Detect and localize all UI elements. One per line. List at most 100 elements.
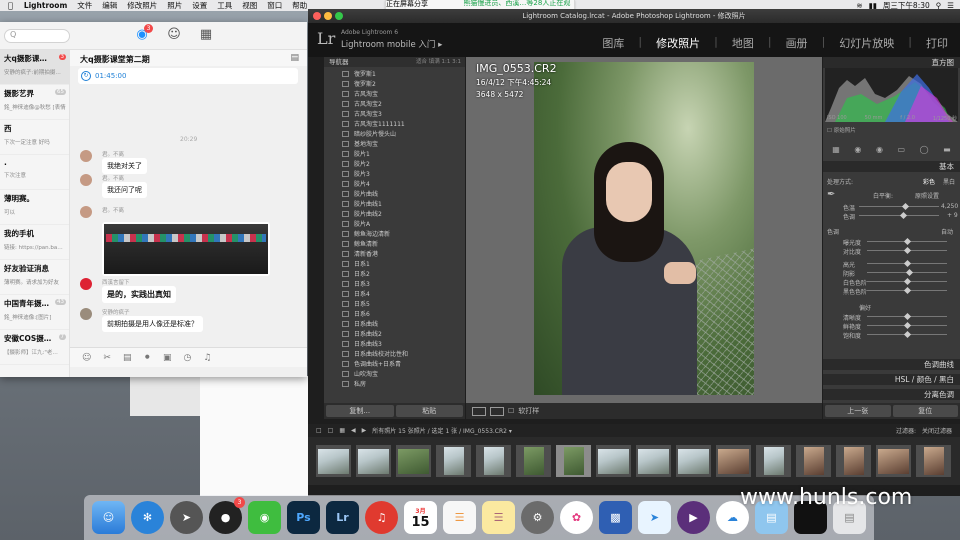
preset-item[interactable]: 胶片4 [324, 178, 465, 188]
tint-value[interactable]: + 9 [947, 212, 958, 219]
lightroom-icon[interactable]: Lr [326, 501, 359, 534]
safari-icon[interactable]: ✻ [131, 501, 164, 534]
histogram-header[interactable]: 直方图 [823, 57, 960, 68]
avatar[interactable] [80, 150, 92, 162]
preset-item[interactable]: 日系2 [324, 268, 465, 278]
preset-item[interactable]: 胶片曲线1 [324, 198, 465, 208]
wb-eyedropper-icon[interactable]: ✒ [827, 189, 835, 200]
menu-tools[interactable]: 工具 [212, 0, 237, 11]
preset-item[interactable]: 日系4 [324, 288, 465, 298]
preset-item[interactable]: 古风淘宝3 [324, 108, 465, 118]
filter-dropdown[interactable]: 关闭过滤器 [922, 426, 952, 435]
copy-button[interactable]: 复制... [326, 405, 394, 417]
treatment-color[interactable]: 彩色 [923, 177, 935, 186]
preset-item[interactable]: 日系曲线 [324, 318, 465, 328]
conversation-item[interactable]: 大q摄影课… 安静的疯子:前期拍摄… 3 [0, 50, 69, 85]
filmstrip-thumb[interactable] [676, 445, 711, 477]
preset-item[interactable]: 鲸鱼清新 [324, 238, 465, 248]
paste-button[interactable]: 粘贴 [395, 405, 463, 417]
temp-knob[interactable] [901, 202, 910, 211]
filmstrip-thumb[interactable] [756, 445, 791, 477]
filmstrip-thumb-selected[interactable] [556, 445, 591, 477]
photo[interactable] [534, 62, 754, 395]
preset-item[interactable]: 胶片曲线 [324, 188, 465, 198]
preset-item[interactable]: 胶片2 [324, 158, 465, 168]
crop-icon[interactable]: ▦ [832, 145, 840, 154]
pinned-share-message[interactable]: ↻ 01:45:00 [78, 68, 298, 84]
image-message[interactable] [102, 222, 270, 276]
loupe-view-icon[interactable] [472, 406, 486, 416]
brush-icon[interactable]: ▬ [943, 145, 951, 154]
paper-plane-icon[interactable]: ➤ [638, 501, 671, 534]
photos-icon[interactable]: ✿ [560, 501, 593, 534]
avatar[interactable] [80, 206, 92, 218]
close-button[interactable] [313, 12, 321, 20]
preset-item[interactable]: 古风淘宝2 [324, 98, 465, 108]
preset-item[interactable]: 古风淘宝1111111 [324, 118, 465, 128]
module-print[interactable]: 打印 [926, 35, 948, 51]
reset-button[interactable]: 复位 [892, 405, 958, 417]
preset-item[interactable]: 鲸鱼海边清新 [324, 228, 465, 238]
tone-curve-header[interactable]: 色调曲线 [823, 359, 960, 370]
menu-settings[interactable]: 设置 [187, 0, 212, 11]
preset-item[interactable]: 日系6 [324, 308, 465, 318]
saturation-slider[interactable] [867, 330, 947, 339]
auto-button[interactable]: 自动 [941, 227, 953, 236]
wechat-icon[interactable]: ◉ [248, 501, 281, 534]
preset-item[interactable]: 日系1 [324, 258, 465, 268]
menu-app-name[interactable]: Lightroom [19, 1, 72, 10]
notes-icon[interactable]: ☰ [482, 501, 515, 534]
soft-proof-checkbox[interactable]: ☐ [508, 407, 514, 415]
conversation-item[interactable]: 西下次一定注意 好吗 [0, 120, 69, 155]
highlights-slider[interactable] [867, 259, 947, 268]
whites-slider[interactable] [867, 277, 947, 286]
preset-item[interactable]: 胶片曲线2 [324, 208, 465, 218]
netease-music-icon[interactable]: ♫ [365, 501, 398, 534]
blacks-slider[interactable] [867, 286, 947, 295]
split-toning-header[interactable]: 分离色调 [823, 389, 960, 400]
exposure-slider[interactable] [867, 237, 947, 246]
image-icon[interactable]: ▣ [163, 353, 172, 363]
previous-button[interactable]: 上一张 [825, 405, 891, 417]
preset-item[interactable]: 古风淘宝 [324, 88, 465, 98]
conversation-item[interactable]: 好友验证消息 薄明赛。请求加为好友 [0, 260, 69, 295]
reminders-icon[interactable]: ☰ [443, 501, 476, 534]
chat-bubble-icon[interactable]: ◉ 3 [135, 24, 153, 42]
treatment-bw[interactable]: 黑白 [943, 177, 955, 186]
filmstrip-thumb[interactable] [316, 445, 351, 477]
qq-icon[interactable]: ● 3 [209, 497, 245, 534]
filmstrip-thumb[interactable] [436, 445, 471, 477]
launchpad-icon[interactable]: ➤ [170, 501, 203, 534]
filmstrip-thumb[interactable] [636, 445, 671, 477]
preset-item[interactable]: 復罗斯1 [324, 68, 465, 78]
filmstrip-thumb[interactable] [836, 445, 871, 477]
module-slideshow[interactable]: 幻灯片放映 [839, 35, 894, 51]
hsl-header[interactable]: HSL / 颜色 / 黑白 [823, 374, 960, 385]
preset-item[interactable]: 日系曲线3 [324, 338, 465, 348]
preset-item[interactable]: 私房 [324, 378, 465, 388]
preset-item[interactable]: 暗纱胶片慢头山 [324, 128, 465, 138]
conversation-item[interactable]: 薄明赛。 可以 [0, 190, 69, 225]
filmstrip-thumb[interactable] [876, 445, 911, 477]
filmstrip-thumb[interactable] [516, 445, 551, 477]
view-2-icon[interactable]: □ [328, 427, 334, 434]
basic-header[interactable]: 基本 [823, 161, 960, 172]
message-bubble[interactable]: 是的，实践出真知 [102, 286, 176, 303]
preset-item[interactable]: 日系曲线校对比性和 [324, 348, 465, 358]
vibrance-slider[interactable] [867, 321, 947, 330]
grid-icon[interactable]: ▦ [339, 427, 345, 434]
folder-icon[interactable]: ▤ [290, 53, 299, 63]
microphone-icon[interactable]: ⚫ [143, 353, 151, 363]
preset-item[interactable]: 胶片3 [324, 168, 465, 178]
message-bubble[interactable]: 前期拍摄是用人像还是标准？ [102, 316, 203, 332]
preset-item[interactable]: 胶片1 [324, 148, 465, 158]
view-1-icon[interactable]: □ [316, 427, 322, 434]
apps-grid-icon[interactable]: ▦ [199, 28, 213, 42]
apple-menu-icon[interactable]:  [0, 1, 19, 10]
preset-item[interactable]: 胶片A [324, 218, 465, 228]
photo-booth-icon[interactable]: ▩ [599, 501, 632, 534]
zoom-button[interactable] [335, 12, 343, 20]
message-bubble[interactable]: 我绝对关了 [102, 158, 147, 174]
calendar-icon[interactable]: 3月 15 [404, 501, 437, 534]
menu-window[interactable]: 窗口 [262, 0, 287, 11]
